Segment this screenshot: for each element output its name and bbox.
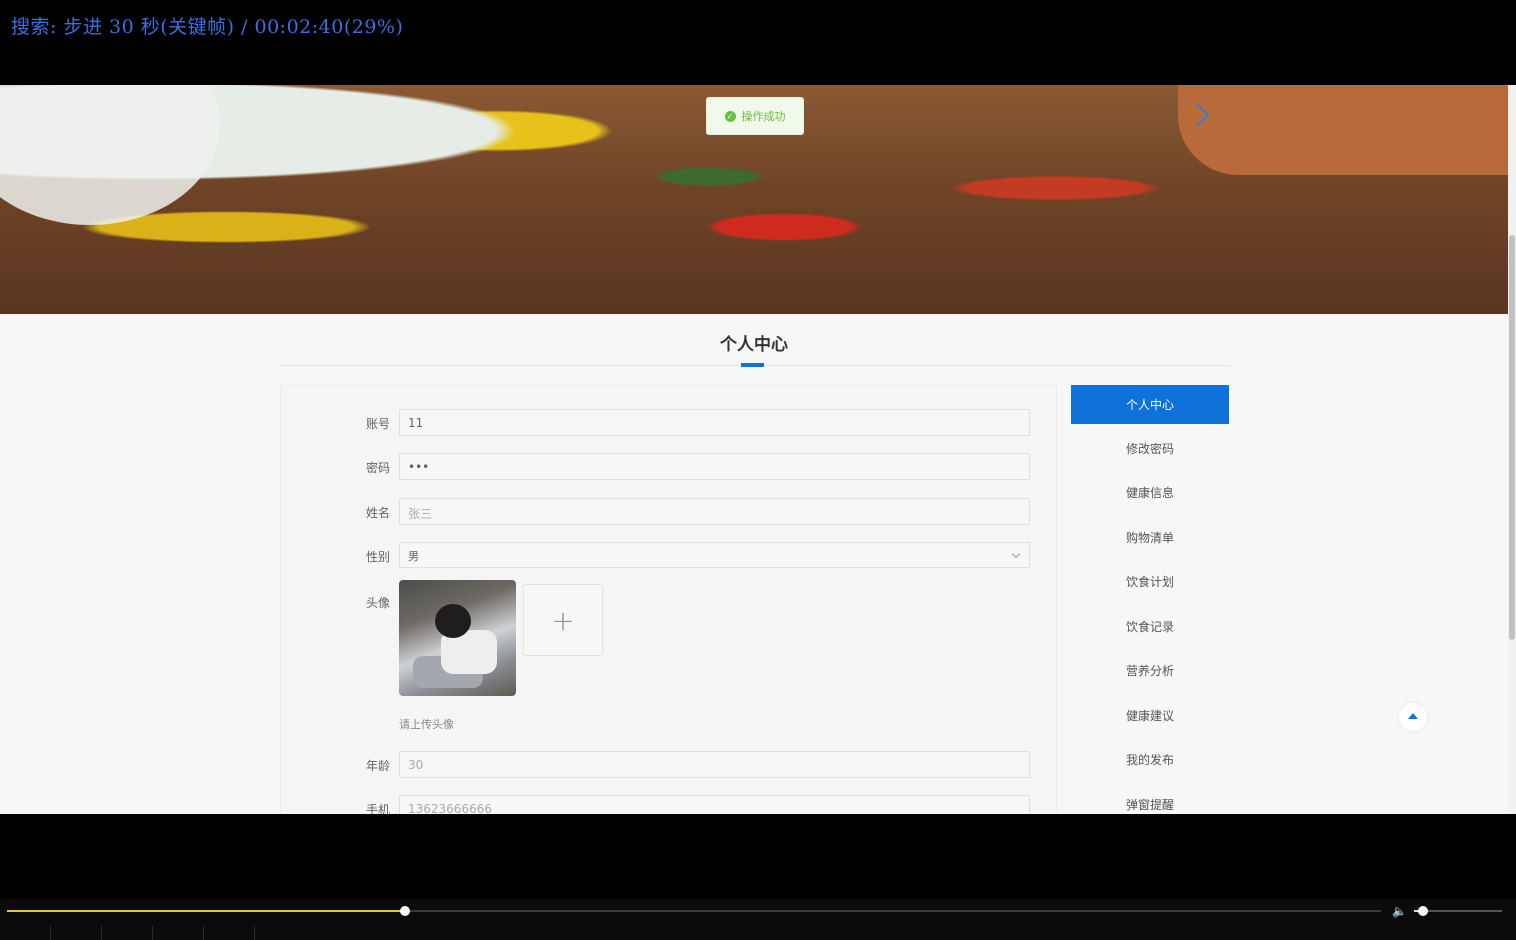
seek-bar-handle[interactable]: [400, 906, 411, 916]
avatar-upload-button[interactable]: +: [523, 584, 603, 656]
avatar-hint: 请上传头像: [399, 718, 454, 731]
sidebar-item-diet-record[interactable]: 饮食记录: [1071, 604, 1229, 649]
title-accent-bar: [741, 363, 764, 367]
form-row-account: 账号 11: [281, 409, 1056, 439]
form-row-name: 姓名 张三: [281, 498, 1056, 528]
avatar-label: 头像: [365, 596, 390, 610]
sidebar-item-health-advice[interactable]: 健康建议: [1071, 693, 1229, 738]
form-row-gender: 性别 男: [281, 542, 1056, 572]
toast-text: 操作成功: [741, 110, 786, 123]
phone-input[interactable]: 13623666666: [399, 795, 1030, 814]
player-tab: [0, 926, 51, 940]
gender-select[interactable]: 男: [399, 542, 1030, 568]
sidebar-item-change-password[interactable]: 修改密码: [1071, 426, 1229, 471]
banner-sausage: [1178, 85, 1508, 175]
name-input[interactable]: 张三: [399, 498, 1030, 525]
player-tab: [51, 926, 102, 940]
age-label: 年龄: [365, 759, 390, 773]
chevron-down-icon: [1011, 549, 1021, 559]
gender-value: 男: [408, 550, 419, 563]
carousel-banner: ✓ 操作成功: [0, 85, 1508, 314]
form-row-age: 年龄 30: [281, 751, 1056, 781]
player-bottom-bar: [0, 926, 255, 940]
gender-label: 性别: [365, 550, 390, 564]
speaker-icon[interactable]: 🔈: [1392, 904, 1407, 918]
page-scrollbar[interactable]: [1508, 85, 1516, 814]
seek-bar-fill: [7, 910, 406, 912]
age-input[interactable]: 30: [399, 751, 1030, 778]
profile-form: 账号 11 密码 ••• 姓名 张三 性别 男 头像 + 请上传头像 年龄 30…: [280, 385, 1057, 814]
account-input[interactable]: 11: [399, 409, 1030, 436]
banner-plate: [0, 85, 220, 225]
player-tab: [153, 926, 204, 940]
back-to-top-button[interactable]: [1399, 703, 1427, 731]
osd-overlay: 搜索: 步进 30 秒(关键帧) / 00:02:40(29%): [11, 16, 404, 38]
form-row-phone: 手机 13623666666: [281, 795, 1056, 814]
account-label: 账号: [365, 417, 390, 431]
arrow-up-icon: [1408, 713, 1418, 719]
password-label: 密码: [365, 461, 390, 475]
form-row-password: 密码 •••: [281, 453, 1056, 483]
plus-icon: +: [551, 603, 575, 637]
volume-slider[interactable]: [1414, 906, 1502, 916]
sidebar-item-diet-plan[interactable]: 饮食计划: [1071, 560, 1229, 605]
avatar-figure-head: [435, 604, 471, 638]
browser-viewport: ✓ 操作成功 个人中心 账号 11 密码 ••• 姓名 张三 性别 男 头像 +…: [0, 85, 1516, 814]
sidebar-item-health-info[interactable]: 健康信息: [1071, 471, 1229, 516]
page-title: 个人中心: [720, 335, 788, 355]
password-input[interactable]: •••: [399, 453, 1030, 480]
form-row-avatar: 头像: [281, 588, 1056, 618]
volume-handle[interactable]: [1417, 906, 1428, 916]
success-toast: ✓ 操作成功: [706, 97, 804, 135]
player-tab: [204, 926, 255, 940]
profile-sidebar: 个人中心 修改密码 健康信息 购物清单 饮食计划 饮食记录 营养分析 健康建议 …: [1071, 385, 1229, 814]
sidebar-item-my-posts[interactable]: 我的发布: [1071, 738, 1229, 783]
media-player-controls: 🔈: [0, 899, 1516, 940]
sidebar-item-shopping-list[interactable]: 购物清单: [1071, 515, 1229, 560]
player-tab: [102, 926, 153, 940]
seek-bar[interactable]: [7, 906, 1381, 916]
check-circle-icon: ✓: [724, 110, 736, 122]
name-label: 姓名: [365, 506, 390, 520]
avatar-image[interactable]: [399, 580, 516, 696]
phone-label: 手机: [365, 803, 390, 814]
sidebar-item-profile[interactable]: 个人中心: [1071, 385, 1229, 424]
scrollbar-thumb[interactable]: [1509, 235, 1515, 640]
sidebar-item-nutrition-analysis[interactable]: 营养分析: [1071, 649, 1229, 694]
sidebar-item-popup-reminder[interactable]: 弹窗提醒: [1071, 782, 1229, 814]
